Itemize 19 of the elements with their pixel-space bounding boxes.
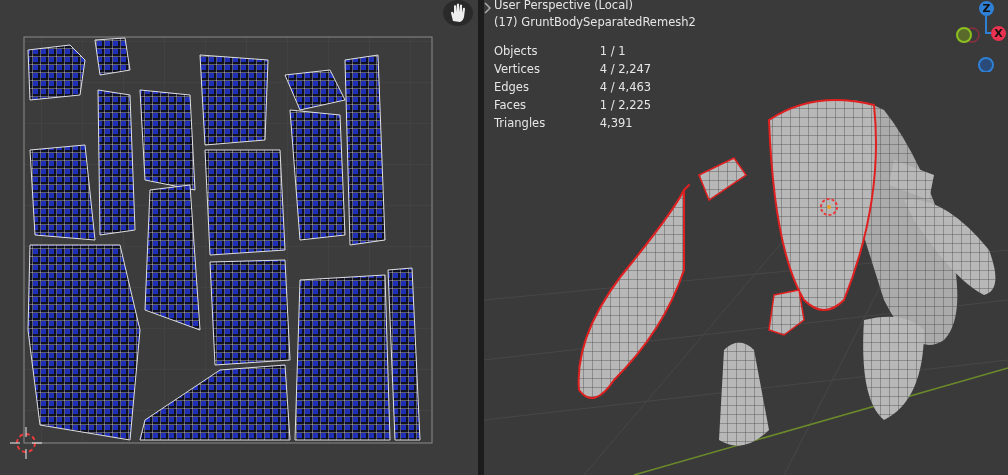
axis-label[interactable]: X bbox=[991, 26, 1006, 41]
stat-value: 1 / 2,225 bbox=[599, 97, 653, 114]
viewport-info-text: User Perspective (Local) bbox=[494, 0, 634, 14]
stat-value: 4,391 bbox=[599, 115, 634, 132]
stat-value: 4 / 2,247 bbox=[599, 61, 653, 78]
stat-label: Objects bbox=[494, 43, 539, 60]
uv-cursor-icon bbox=[9, 426, 43, 460]
stat-label: Edges bbox=[494, 79, 530, 96]
pan-view-button[interactable] bbox=[443, 0, 473, 26]
viewport-info-text: (17) GruntBodySeparatedRemesh2 bbox=[494, 14, 696, 31]
sidebar-toggle-icon[interactable] bbox=[484, 2, 492, 14]
stat-label: Triangles bbox=[494, 115, 547, 132]
hand-icon bbox=[449, 3, 467, 23]
stat-label: Vertices bbox=[494, 61, 541, 78]
3d-cursor-icon bbox=[820, 198, 838, 216]
stat-label: Faces bbox=[494, 97, 527, 114]
stat-value: 1 / 1 bbox=[599, 43, 627, 60]
axis-label[interactable]: Z bbox=[979, 1, 994, 16]
stat-value: 4 / 4,463 bbox=[599, 79, 653, 96]
